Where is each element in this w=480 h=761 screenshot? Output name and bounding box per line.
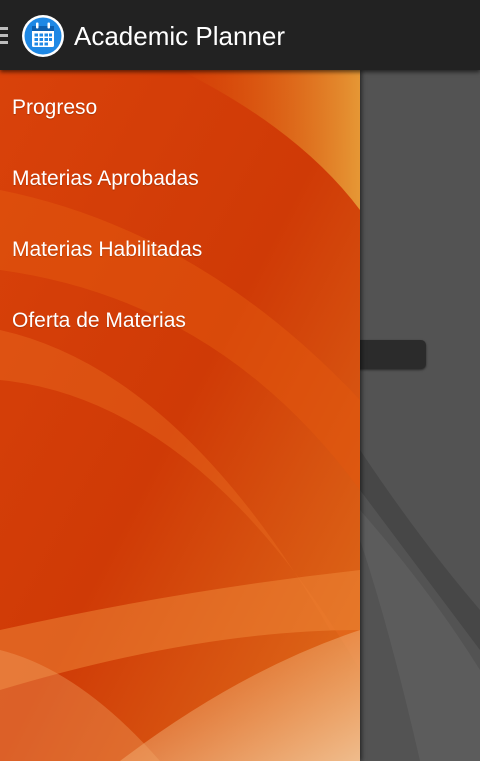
- drawer-item-materias-aprobadas[interactable]: Materias Aprobadas: [0, 143, 360, 214]
- drawer-item-materias-habilitadas[interactable]: Materias Habilitadas: [0, 214, 360, 285]
- drawer-toggle-button[interactable]: [0, 0, 68, 70]
- navigation-drawer: Progreso Materias Aprobadas Materias Hab…: [0, 70, 360, 761]
- calendar-icon: [22, 15, 64, 57]
- app-screen: Progreso Materias Aprobadas Materias Hab…: [0, 0, 480, 761]
- drawer-item-oferta-de-materias[interactable]: Oferta de Materias: [0, 285, 360, 356]
- app-title: Academic Planner: [74, 21, 285, 51]
- action-bar: Academic Planner: [0, 0, 480, 70]
- hamburger-icon: [0, 27, 8, 45]
- drawer-item-progreso[interactable]: Progreso: [0, 72, 360, 143]
- drawer-menu: Progreso Materias Aprobadas Materias Hab…: [0, 72, 360, 356]
